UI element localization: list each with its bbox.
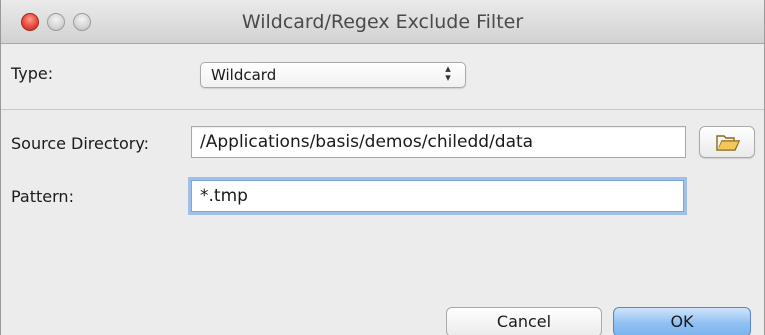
ok-button[interactable]: OK bbox=[613, 307, 751, 335]
folder-open-icon bbox=[716, 135, 740, 151]
section-divider bbox=[1, 109, 764, 110]
type-label: Type: bbox=[11, 64, 54, 83]
pattern-label: Pattern: bbox=[11, 187, 74, 206]
cancel-button[interactable]: Cancel bbox=[446, 307, 602, 335]
window-title: Wildcard/Regex Exclude Filter bbox=[241, 11, 524, 33]
source-directory-label: Source Directory: bbox=[11, 134, 150, 153]
source-directory-field[interactable]: /Applications/basis/demos/chiledd/data bbox=[191, 126, 686, 158]
title-bar[interactable]: Wildcard/Regex Exclude Filter bbox=[1, 0, 764, 44]
type-select-value: Wildcard bbox=[211, 66, 277, 84]
pattern-field[interactable]: *.tmp bbox=[191, 180, 684, 212]
type-select[interactable]: Wildcard ▴ ▾ bbox=[200, 62, 466, 88]
select-arrows-icon: ▴ ▾ bbox=[445, 63, 451, 84]
browse-folder-button[interactable] bbox=[699, 126, 755, 158]
dialog-window: Wildcard/Regex Exclude Filter Type: Wild… bbox=[0, 0, 765, 335]
